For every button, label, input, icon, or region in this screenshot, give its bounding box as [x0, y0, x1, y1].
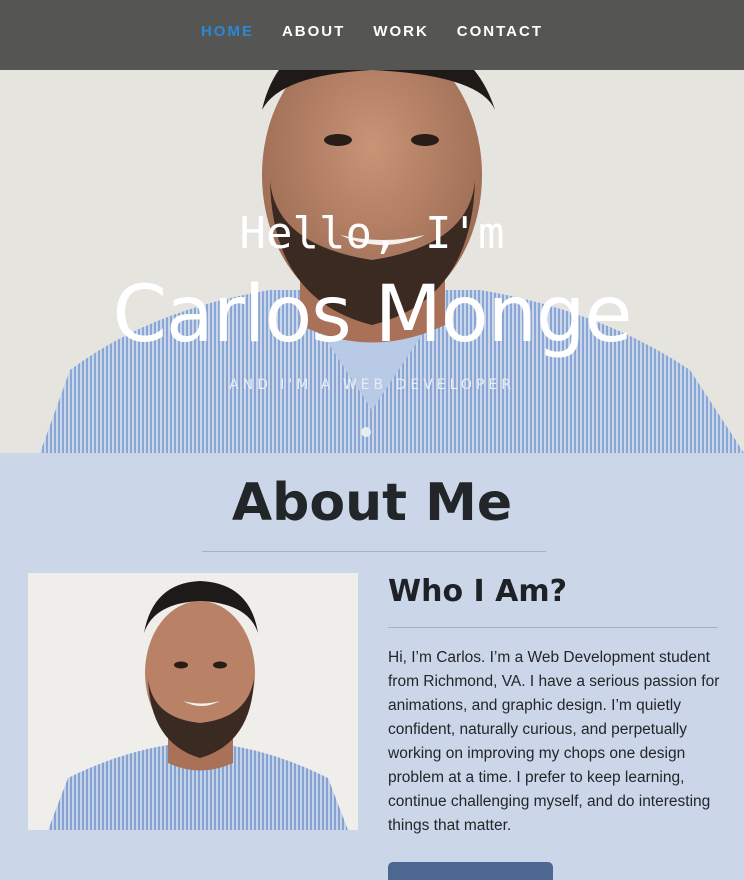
about-title: About Me — [231, 473, 513, 533]
portrait-photo — [28, 573, 358, 830]
nav-home-link[interactable]: HOME — [187, 23, 268, 40]
hero-text: Hello, I'm Carlos Monge AND I'M A WEB DE… — [0, 70, 744, 453]
about-cta-button[interactable] — [388, 862, 553, 880]
nav-about-link[interactable]: ABOUT — [268, 23, 359, 40]
who-i-am-heading: Who I Am? — [388, 574, 567, 609]
nav-contact-link[interactable]: CONTACT — [443, 23, 557, 40]
hero-section: Hello, I'm Carlos Monge AND I'M A WEB DE… — [0, 70, 744, 453]
hero-name: Carlos Monge — [112, 270, 632, 360]
nav-work-link[interactable]: WORK — [359, 23, 443, 40]
who-divider — [388, 627, 718, 628]
hero-greeting: Hello, I'm — [239, 208, 505, 259]
hero-tagline: AND I'M A WEB DEVELOPER — [229, 377, 515, 393]
portrait-illustration — [28, 573, 358, 830]
top-nav: HOME ABOUT WORK CONTACT — [0, 0, 744, 70]
about-divider — [202, 551, 546, 552]
bio-paragraph: Hi, I’m Carlos. I’m a Web Development st… — [388, 649, 720, 834]
